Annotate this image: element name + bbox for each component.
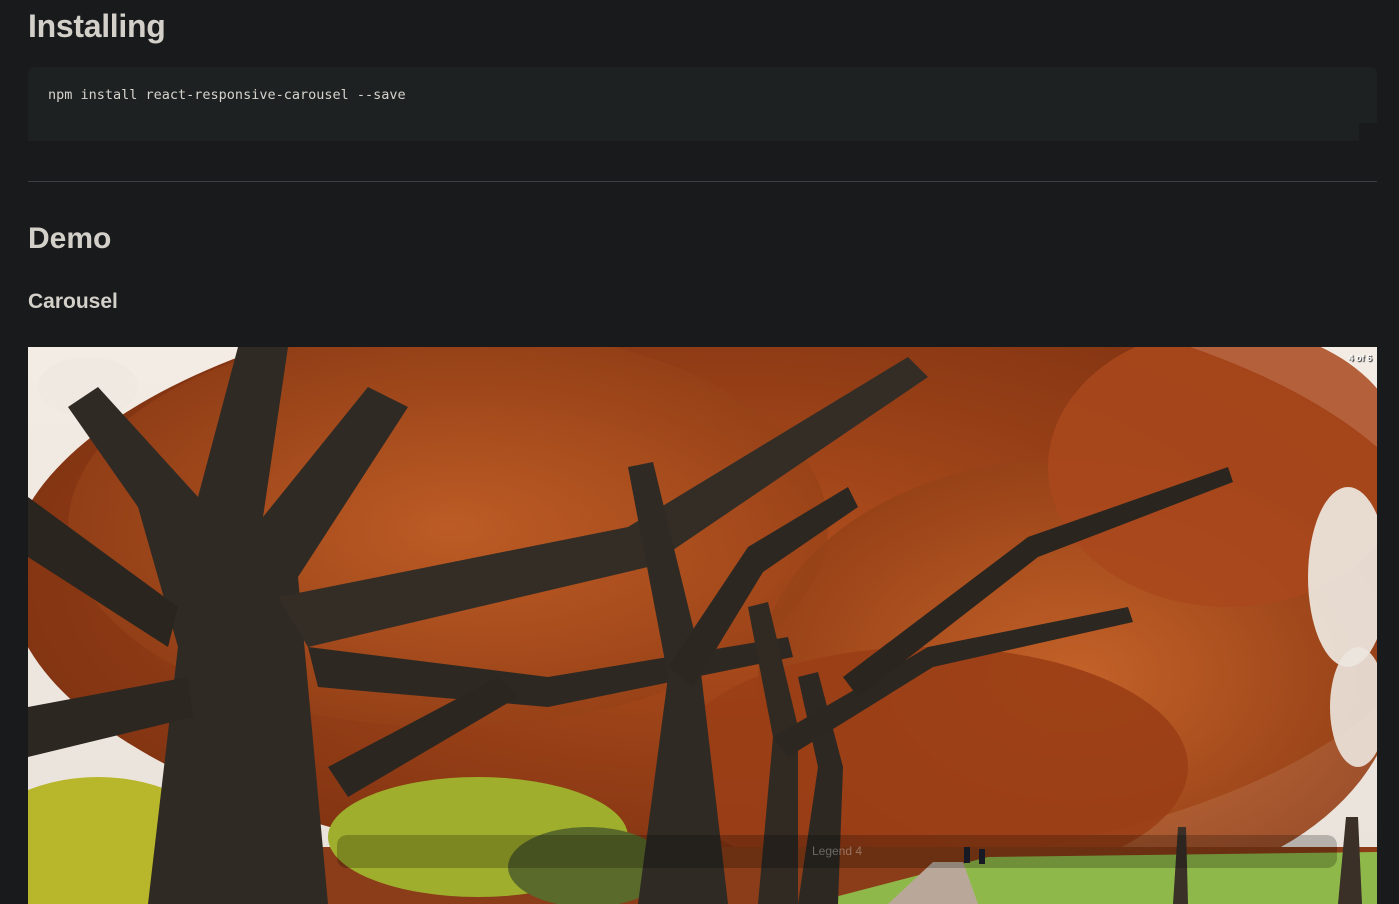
section-divider xyxy=(28,181,1377,182)
carousel[interactable]: 4 of 6 Legend 4 xyxy=(28,347,1377,904)
carousel-legend: Legend 4 xyxy=(337,835,1337,868)
carousel-slide-image xyxy=(28,347,1377,904)
install-command[interactable]: npm install react-responsive-carousel --… xyxy=(48,87,406,103)
installing-heading: Installing xyxy=(28,8,166,44)
code-scrollbar-corner xyxy=(1359,123,1377,141)
readme-page: Installing npm install react-responsive-… xyxy=(0,0,1399,904)
carousel-heading: Carousel xyxy=(28,290,118,313)
demo-heading: Demo xyxy=(28,222,112,255)
carousel-status: 4 of 6 xyxy=(1348,353,1372,363)
install-code-block[interactable]: npm install react-responsive-carousel --… xyxy=(28,67,1377,141)
